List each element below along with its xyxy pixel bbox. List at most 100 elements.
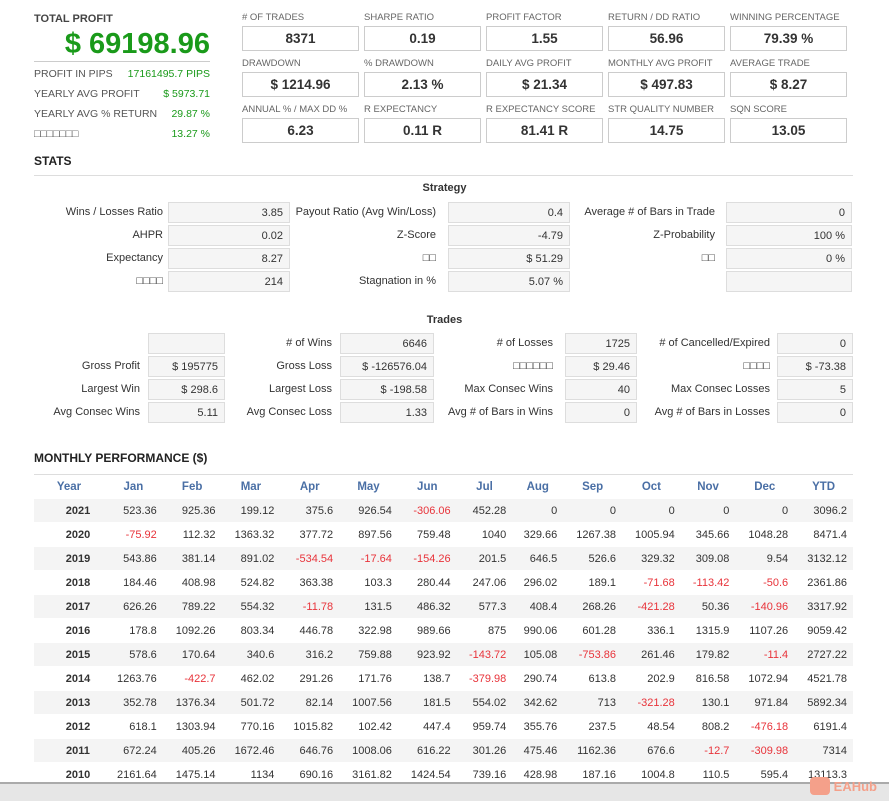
month-value-cell: 803.34 <box>221 618 281 643</box>
month-value-cell: 199.12 <box>221 498 281 523</box>
month-value-cell: 309.08 <box>680 546 736 571</box>
year-cell: 2011 <box>34 738 104 763</box>
horizontal-scrollbar[interactable] <box>0 782 889 801</box>
metric-value: 56.96 <box>608 26 725 51</box>
month-value-cell: 891.02 <box>221 546 281 571</box>
month-value-cell: 247.06 <box>456 570 513 595</box>
month-value-cell: 0 <box>622 498 681 523</box>
metric-label: MONTHLY AVG PROFIT <box>608 58 713 69</box>
trades-label <box>20 333 140 354</box>
trades-label: Largest Loss <box>269 383 332 395</box>
divider <box>34 175 853 176</box>
month-value-cell: 261.46 <box>622 642 681 667</box>
metric-card: WINNING PERCENTAGE 79.39 % <box>730 12 847 51</box>
month-value-cell: 452.28 <box>456 498 513 523</box>
month-value-cell: 578.6 <box>103 642 163 667</box>
trades-value: $ -126576.04 <box>340 356 434 377</box>
summary-row: □□□□□□□ 13.27 % <box>34 128 210 140</box>
month-value-cell: 1363.32 <box>221 522 281 547</box>
table-row: 2020 -75.92 112.32 1363.32 377.72 897.56 759.4… <box>34 522 853 547</box>
month-value-cell: 201.5 <box>456 546 513 571</box>
month-value-cell: 296.02 <box>512 570 564 595</box>
month-value-cell: 618.1 <box>103 714 163 739</box>
metric-value: 0.19 <box>364 26 481 51</box>
month-value-cell: 759.48 <box>397 522 457 547</box>
column-header: Aug <box>512 474 564 499</box>
month-value-cell: 989.66 <box>397 618 457 643</box>
metric-value: 0.11 R <box>364 118 481 143</box>
month-value-cell: 875 <box>456 618 513 643</box>
metric-label: DAILY AVG PROFIT <box>486 58 572 69</box>
month-value-cell: 2727.22 <box>794 642 853 667</box>
year-cell: 2013 <box>34 690 104 715</box>
month-value-cell: -421.28 <box>622 594 681 619</box>
column-header: Dec <box>735 474 795 499</box>
month-value-cell: 82.14 <box>280 690 340 715</box>
metric-card: DRAWDOWN $ 1214.96 <box>242 58 359 97</box>
month-value-cell: -12.7 <box>680 738 736 763</box>
month-value-cell: 808.2 <box>680 714 736 739</box>
table-row: 2016 178.8 1092.26 803.34 446.78 322.98 989.66… <box>34 618 853 643</box>
column-header: Year <box>34 474 104 499</box>
trades-value: $ 298.6 <box>148 379 225 400</box>
month-value-cell: 405.26 <box>162 738 222 763</box>
month-value-cell: 446.78 <box>280 618 340 643</box>
strategy-value: 214 <box>168 271 290 292</box>
trades-value: $ 29.46 <box>565 356 637 377</box>
summary-row: PROFIT IN PIPS 17161495.7 PIPS <box>34 68 210 80</box>
month-value-cell: 301.26 <box>456 738 513 763</box>
month-value-cell: 770.16 <box>221 714 281 739</box>
month-value-cell: 1162.36 <box>563 738 623 763</box>
month-value-cell: 990.06 <box>512 618 564 643</box>
stats-title: STATS <box>34 154 72 168</box>
watermark-text: EAHub <box>833 778 877 794</box>
trades-label: Max Consec Losses <box>670 383 770 395</box>
month-value-cell: 1092.26 <box>162 618 222 643</box>
strategy-label: Stagnation in % <box>358 275 436 287</box>
column-header: Feb <box>162 474 222 499</box>
column-header: Nov <box>680 474 736 499</box>
month-value-cell: -113.42 <box>680 570 736 595</box>
trades-label: Gross Loss <box>276 360 332 372</box>
trades-label: # of Cancelled/Expired <box>659 337 770 349</box>
metric-card: R EXPECTANCY 0.11 R <box>364 104 481 143</box>
summary-row: YEARLY AVG % RETURN 29.87 % <box>34 108 210 120</box>
table-row: 2018 184.46 408.98 524.82 363.38 103.3 280.44 2… <box>34 570 853 595</box>
metric-value: 8371 <box>242 26 359 51</box>
table-row: 2021 523.36 925.36 199.12 375.6 926.54 -306.06… <box>34 498 853 523</box>
metric-label: ANNUAL % / MAX DD % <box>242 104 348 115</box>
metric-label: SHARPE RATIO <box>364 12 435 23</box>
strategy-title: Strategy <box>422 182 467 194</box>
trades-value: 1.33 <box>340 402 434 423</box>
month-value-cell: -321.28 <box>622 690 681 715</box>
strategy-value: 8.27 <box>168 248 290 269</box>
month-value-cell: 50.36 <box>680 594 736 619</box>
metric-card: RETURN / DD RATIO 56.96 <box>608 12 725 51</box>
month-value-cell: 1048.28 <box>735 522 795 547</box>
metric-card: PROFIT FACTOR 1.55 <box>486 12 603 51</box>
month-value-cell: 0 <box>735 498 795 523</box>
metric-label: STR QUALITY NUMBER <box>608 104 714 115</box>
month-value-cell: 375.6 <box>280 498 340 523</box>
summary-label: □□□□□□□ <box>34 128 79 140</box>
month-value-cell: -75.92 <box>103 522 163 547</box>
month-value-cell: 1303.94 <box>162 714 222 739</box>
month-value-cell: 0 <box>512 498 564 523</box>
month-value-cell: 202.9 <box>622 666 681 691</box>
month-value-cell: -306.06 <box>397 498 457 523</box>
month-value-cell: 759.88 <box>339 642 398 667</box>
column-header: Jun <box>397 474 457 499</box>
month-value-cell: 268.26 <box>563 594 623 619</box>
month-value-cell: -154.26 <box>397 546 457 571</box>
month-value-cell: 1015.82 <box>280 714 340 739</box>
table-row: 2019 543.86 381.14 891.02 -534.54 -17.64 -154.… <box>34 546 853 571</box>
month-value-cell: 971.84 <box>735 690 795 715</box>
pig-logo-icon <box>809 777 830 795</box>
month-value-cell: 789.22 <box>162 594 222 619</box>
column-header: Oct <box>622 474 681 499</box>
trades-value: $ -73.38 <box>777 356 853 377</box>
month-value-cell: 3096.2 <box>794 498 853 523</box>
strategy-value: 100 % <box>726 225 852 246</box>
month-value-cell: 102.42 <box>339 714 398 739</box>
year-cell: 2019 <box>34 546 104 571</box>
